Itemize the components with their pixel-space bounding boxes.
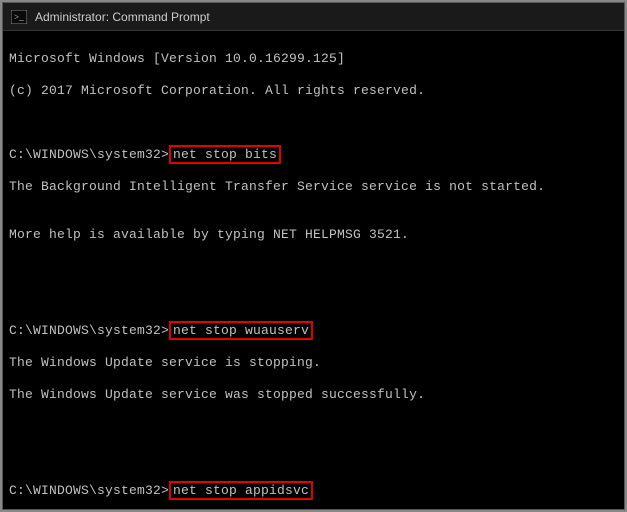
prompt-line: C:\WINDOWS\system32>net stop appidsvc — [9, 483, 618, 499]
terminal-area[interactable]: Microsoft Windows [Version 10.0.16299.12… — [3, 31, 624, 509]
command-highlight: net stop appidsvc — [169, 481, 313, 500]
blank-line — [9, 259, 618, 275]
command-highlight: net stop bits — [169, 145, 281, 164]
blank-line — [9, 115, 618, 131]
output-line: The Windows Update service was stopped s… — [9, 387, 618, 403]
output-line: The Background Intelligent Transfer Serv… — [9, 179, 618, 195]
output-line: More help is available by typing NET HEL… — [9, 227, 618, 243]
command-prompt-window: >_ Administrator: Command Prompt Microso… — [2, 2, 625, 510]
prompt: C:\WINDOWS\system32> — [9, 147, 169, 162]
output-line: The Windows Update service is stopping. — [9, 355, 618, 371]
copyright-line: (c) 2017 Microsoft Corporation. All righ… — [9, 83, 618, 99]
prompt-line: C:\WINDOWS\system32>net stop bits — [9, 147, 618, 163]
window-title: Administrator: Command Prompt — [35, 10, 210, 24]
prompt-line: C:\WINDOWS\system32>net stop wuauserv — [9, 323, 618, 339]
command-highlight: net stop wuauserv — [169, 321, 313, 340]
titlebar[interactable]: >_ Administrator: Command Prompt — [3, 3, 624, 31]
svg-text:>_: >_ — [14, 12, 24, 22]
cmd-icon: >_ — [11, 10, 27, 24]
prompt: C:\WINDOWS\system32> — [9, 323, 169, 338]
version-line: Microsoft Windows [Version 10.0.16299.12… — [9, 51, 618, 67]
blank-line — [9, 291, 618, 307]
blank-line — [9, 419, 618, 435]
prompt: C:\WINDOWS\system32> — [9, 483, 169, 498]
blank-line — [9, 451, 618, 467]
